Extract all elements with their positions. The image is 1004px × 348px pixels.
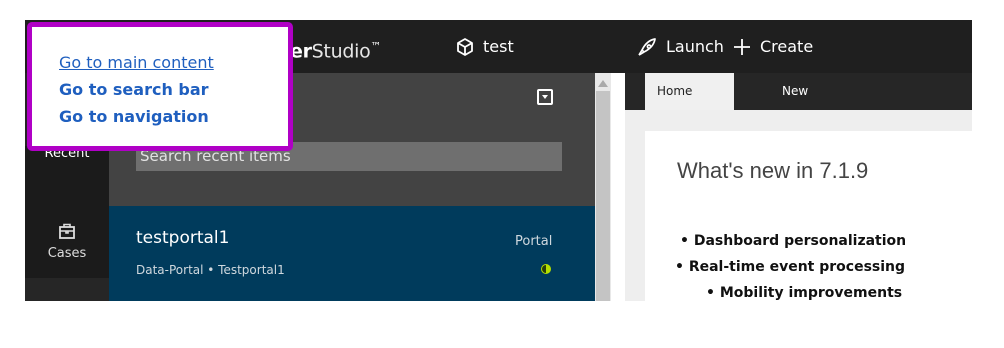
feature-bullet-2: • Real-time event processing bbox=[675, 259, 906, 275]
create-label: Create bbox=[760, 37, 814, 56]
application-name: test bbox=[483, 37, 514, 56]
whats-new-heading: What's new in 7.1.9 bbox=[677, 158, 869, 183]
cube-icon bbox=[457, 37, 473, 56]
panel-menu-dropdown-icon[interactable] bbox=[537, 89, 553, 105]
brand-logo: erStudio™ bbox=[290, 40, 382, 63]
recent-item-title[interactable]: testportal1 bbox=[136, 228, 229, 248]
skip-links-menu: Go to main content Go to search bar Go t… bbox=[27, 22, 293, 151]
whats-new-card bbox=[645, 131, 972, 301]
create-button[interactable]: Create bbox=[732, 20, 813, 73]
briefcase-icon bbox=[59, 223, 75, 239]
plus-icon bbox=[734, 38, 750, 55]
application-switcher[interactable]: test bbox=[455, 20, 514, 73]
scroll-up-arrow-icon[interactable] bbox=[598, 80, 608, 87]
status-indicator-icon bbox=[541, 264, 551, 274]
launch-button[interactable]: Launch bbox=[636, 20, 724, 73]
feature-bullet-3: • Mobility improvements bbox=[706, 285, 903, 301]
recent-item-type: Portal bbox=[515, 234, 553, 249]
launch-label: Launch bbox=[666, 37, 724, 56]
recent-list-item[interactable] bbox=[109, 206, 595, 301]
tab-home[interactable]: Home bbox=[645, 73, 734, 110]
rocket-icon bbox=[638, 37, 656, 56]
scrollbar-thumb[interactable] bbox=[596, 91, 610, 301]
skip-to-navigation-link[interactable]: Go to navigation bbox=[59, 107, 209, 126]
nav-cases-label: Cases bbox=[47, 246, 87, 261]
panel-divider bbox=[611, 73, 625, 301]
skip-to-search-bar-link[interactable]: Go to search bar bbox=[59, 80, 209, 99]
feature-bullet-1: • Dashboard personalization bbox=[680, 233, 907, 249]
recent-item-subtitle: Data-Portal • Testportal1 bbox=[136, 263, 285, 277]
skip-to-main-content-link[interactable]: Go to main content bbox=[59, 53, 214, 72]
nav-item-cases[interactable]: Cases bbox=[25, 222, 109, 261]
tab-new[interactable]: New bbox=[782, 73, 808, 110]
